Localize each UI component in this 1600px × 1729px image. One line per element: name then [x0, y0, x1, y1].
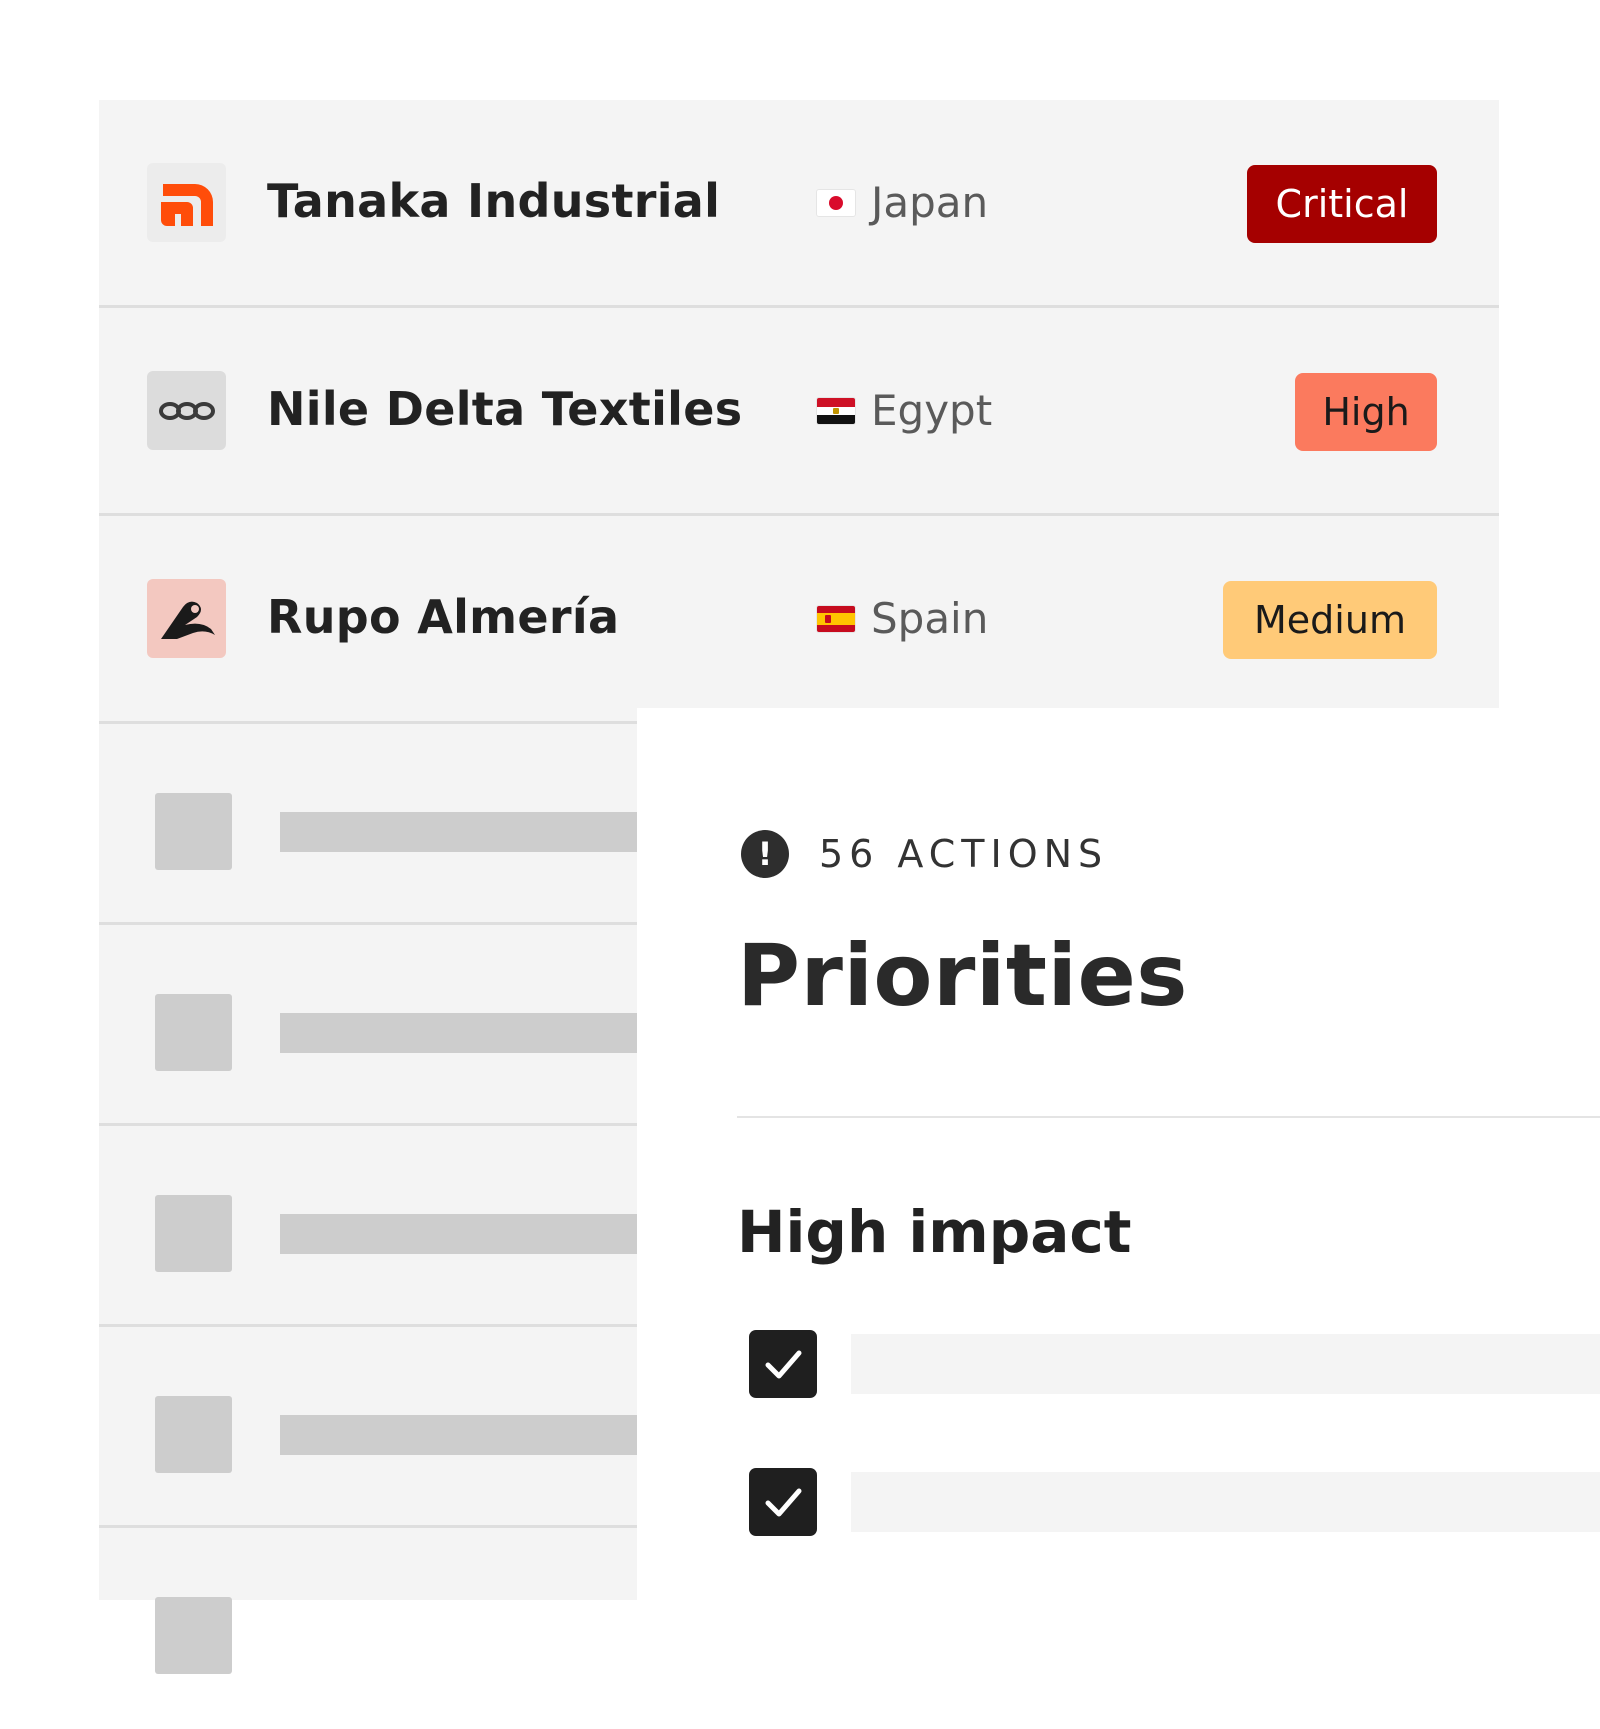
task-item[interactable]: [749, 1330, 1600, 1398]
checkmark-icon: [765, 1488, 802, 1517]
skeleton-logo: [155, 994, 232, 1071]
supplier-country-label: Japan: [871, 178, 989, 227]
supplier-name: Rupo Almería: [267, 590, 620, 644]
task-text-placeholder: [851, 1472, 1600, 1532]
priorities-panel: ! 56 ACTIONS Priorities High impact: [637, 708, 1600, 1600]
task-checkbox[interactable]: [749, 1330, 817, 1398]
checkmark-icon: [765, 1350, 802, 1379]
supplier-name: Nile Delta Textiles: [267, 382, 743, 436]
actions-count: ! 56 ACTIONS: [741, 830, 1108, 878]
panel-title: Priorities: [737, 926, 1188, 1026]
supplier-country: Egypt: [817, 386, 992, 435]
priority-badge-critical: Critical: [1247, 165, 1437, 243]
tanaka-logo-icon: [147, 163, 226, 242]
supplier-country-label: Egypt: [871, 386, 993, 435]
skeleton-logo: [155, 1396, 232, 1473]
task-text-placeholder: [851, 1334, 1600, 1394]
supplier-country: Spain: [817, 594, 988, 643]
supplier-country-label: Spain: [871, 594, 989, 643]
supplier-row-rupo[interactable]: Rupo Almería Spain Medium: [99, 516, 1499, 724]
section-title-high-impact: High impact: [737, 1198, 1132, 1266]
spain-flag-icon: [817, 605, 855, 632]
skeleton-logo: [155, 1597, 232, 1674]
priority-badge-high: High: [1295, 373, 1437, 451]
divider: [737, 1116, 1600, 1118]
egypt-flag-icon: [817, 397, 855, 424]
supplier-row-nile-delta[interactable]: Nile Delta Textiles Egypt High: [99, 308, 1499, 516]
supplier-row-tanaka[interactable]: Tanaka Industrial Japan Critical: [99, 100, 1499, 308]
supplier-country: Japan: [817, 178, 988, 227]
priority-badge-medium: Medium: [1223, 581, 1437, 659]
skeleton-logo: [155, 793, 232, 870]
rupo-logo-icon: [147, 579, 226, 658]
supplier-name: Tanaka Industrial: [267, 174, 721, 228]
nile-delta-logo-icon: [147, 371, 226, 450]
skeleton-logo: [155, 1195, 232, 1272]
alert-circle-icon: !: [741, 830, 789, 878]
task-checkbox[interactable]: [749, 1468, 817, 1536]
japan-flag-icon: [817, 189, 855, 216]
task-item[interactable]: [749, 1468, 1600, 1536]
actions-count-label: 56 ACTIONS: [819, 832, 1109, 876]
